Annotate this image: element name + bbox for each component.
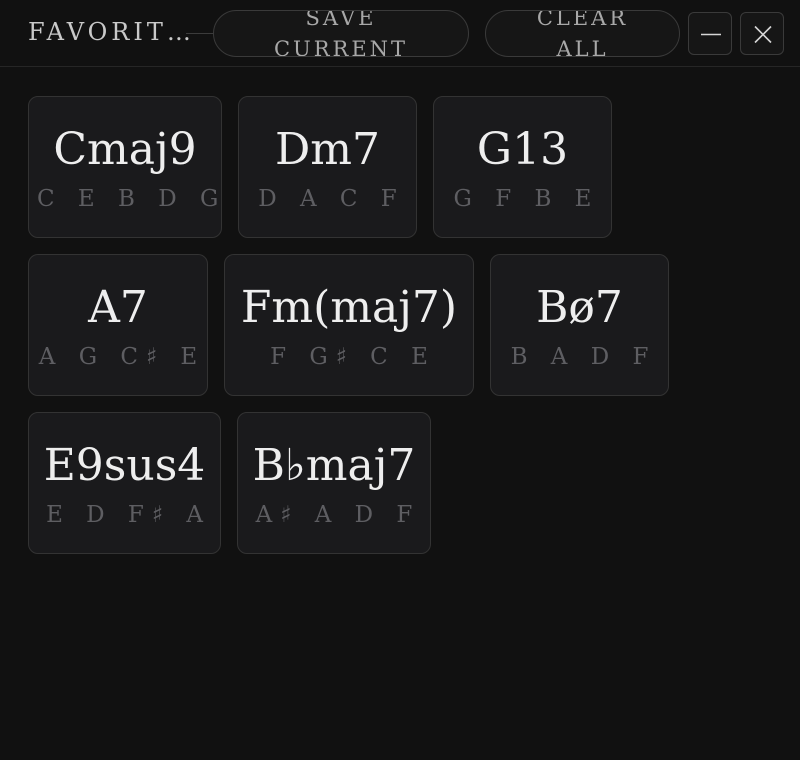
clear-all-button[interactable]: CLEAR ALL — [485, 10, 680, 57]
chord-card-cmaj9[interactable]: Cmaj9 C E B D G — [28, 96, 222, 238]
clear-all-label: CLEAR ALL — [536, 10, 629, 57]
chord-card-bbmaj7[interactable]: B♭maj7 A♯ A D F — [237, 412, 431, 554]
chord-notes: A♯ A D F — [255, 502, 421, 528]
minus-icon — [701, 33, 721, 36]
chord-name: Fm(maj7) — [240, 282, 458, 333]
window-title: FAVORIT… — [28, 18, 195, 46]
chord-card-fm-maj7[interactable]: Fm(maj7) F G♯ C E — [224, 254, 474, 396]
favorites-window: FAVORIT… SAVE CURRENT CLEAR ALL Cmaj9 C … — [0, 0, 800, 760]
chord-row: E9sus4 E D F♯ A B♭maj7 A♯ A D F — [28, 412, 778, 554]
chord-name: Cmaj9 — [53, 124, 197, 175]
chord-row: A7 A G C♯ E Fm(maj7) F G♯ C E Bø7 B A D … — [28, 254, 778, 396]
chord-card-dm7[interactable]: Dm7 D A C F — [238, 96, 417, 238]
chord-name: E9sus4 — [43, 440, 206, 491]
chord-card-b-half-dim7[interactable]: Bø7 B A D F — [490, 254, 669, 396]
save-current-button[interactable]: SAVE CURRENT — [213, 10, 469, 57]
chord-notes: F G♯ C E — [270, 344, 436, 370]
chord-card-a7[interactable]: A7 A G C♯ E — [28, 254, 208, 396]
minimize-button[interactable] — [688, 12, 732, 55]
close-button[interactable] — [740, 12, 784, 55]
chord-card-e9sus4[interactable]: E9sus4 E D F♯ A — [28, 412, 221, 554]
chord-notes: D A C F — [258, 186, 405, 212]
chord-name: A7 — [88, 282, 148, 333]
chord-notes: A G C♯ E — [38, 344, 206, 370]
close-icon — [754, 25, 772, 44]
chord-row: Cmaj9 C E B D G Dm7 D A C F G13 G F B E — [28, 96, 778, 238]
chord-card-g13[interactable]: G13 G F B E — [433, 96, 612, 238]
chord-name: Dm7 — [275, 124, 380, 175]
chord-notes: C E B D G — [37, 186, 227, 212]
chord-grid: Cmaj9 C E B D G Dm7 D A C F G13 G F B E … — [28, 96, 778, 570]
chord-name: Bø7 — [536, 282, 623, 333]
title-bar: FAVORIT… SAVE CURRENT CLEAR ALL — [0, 0, 800, 67]
save-current-label: SAVE CURRENT — [273, 10, 409, 57]
chord-name: B♭maj7 — [252, 440, 416, 491]
chord-notes: B A D F — [510, 344, 657, 370]
chord-notes: E D F♯ A — [46, 502, 211, 528]
chord-name: G13 — [476, 124, 569, 175]
chord-notes: G F B E — [453, 186, 600, 212]
